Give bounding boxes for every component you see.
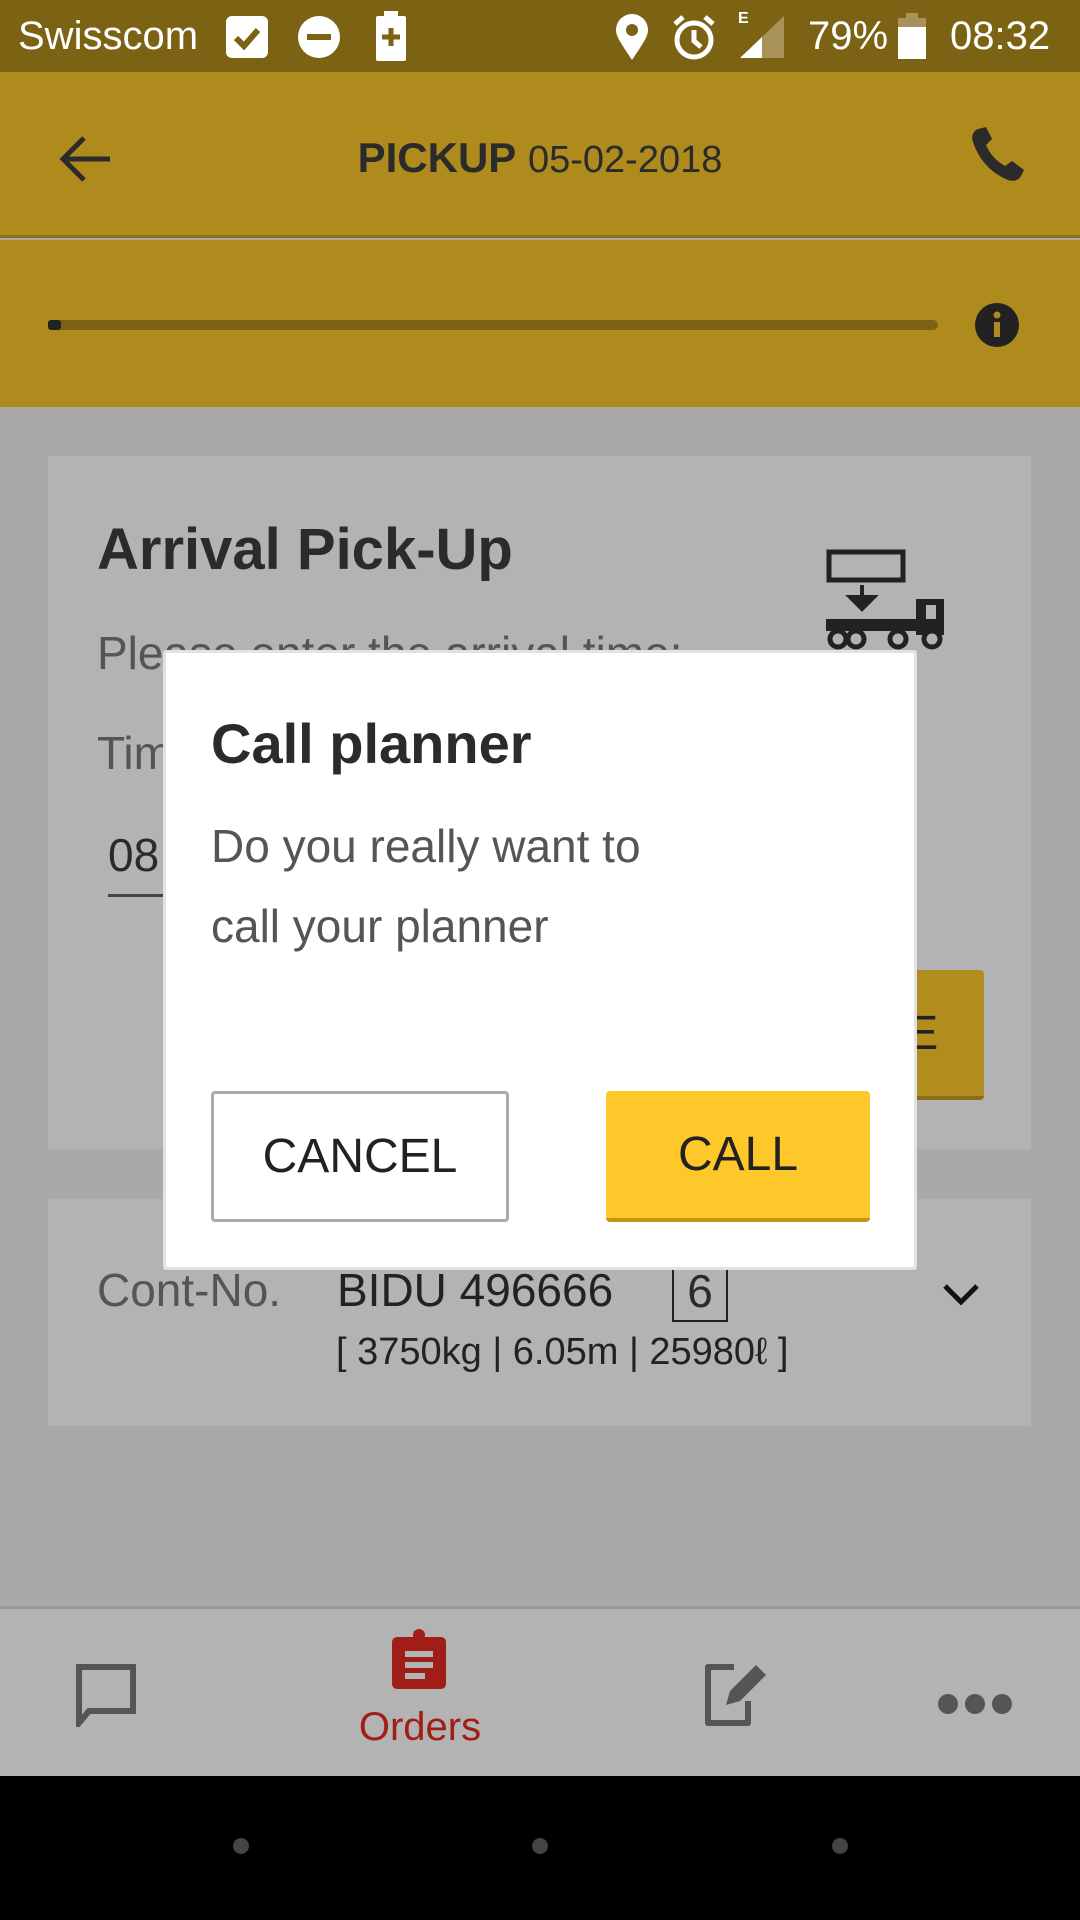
call-button[interactable]: CALL: [606, 1091, 870, 1222]
system-home-button[interactable]: [532, 1838, 548, 1854]
title-type: PICKUP: [357, 134, 517, 181]
status-bar: Swisscom E 79% 08:32: [0, 0, 1080, 72]
card-title: Arrival Pick-Up: [97, 517, 513, 582]
phone-icon[interactable]: [966, 126, 1026, 186]
chat-icon[interactable]: [75, 1663, 137, 1727]
container-label: Cont-No.: [97, 1264, 282, 1316]
call-planner-dialog: Call planner Do you really want to call …: [163, 650, 917, 1270]
checkbox-notification-icon: [226, 16, 268, 58]
bottom-navigation: Orders: [0, 1606, 1080, 1776]
container-number: BIDU 496666: [337, 1264, 614, 1316]
info-icon[interactable]: [975, 303, 1019, 347]
nav-orders[interactable]: Orders: [340, 1629, 500, 1769]
clock: 08:32: [950, 14, 1051, 58]
location-icon: [616, 14, 648, 60]
progress-track: [48, 320, 938, 330]
more-options-icon[interactable]: [937, 1693, 1013, 1715]
app-bar: PICKUP 05-02-2018: [0, 72, 1080, 238]
clipboard-icon: [392, 1629, 446, 1689]
carrier-name: Swisscom: [18, 14, 199, 58]
page-title: PICKUP 05-02-2018: [0, 134, 1080, 182]
dialog-title: Call planner: [211, 712, 532, 775]
progress-section: [0, 240, 1080, 407]
system-recents-button[interactable]: [832, 1838, 848, 1854]
battery-icon: [898, 13, 926, 59]
alarm-icon: [673, 15, 715, 60]
title-date: 05-02-2018: [527, 139, 723, 181]
battery-percent: 79%: [808, 14, 889, 58]
cancel-button[interactable]: CANCEL: [211, 1091, 509, 1222]
progress-fill: [48, 320, 62, 330]
do-not-disturb-icon: [298, 16, 340, 58]
battery-saver-icon: [376, 11, 406, 61]
chevron-down-icon[interactable]: [942, 1283, 980, 1307]
truck-pickup-icon: [826, 549, 944, 650]
signal-icon: [740, 16, 784, 58]
nav-orders-label: Orders: [358, 1705, 482, 1749]
dialog-message-line2: call your planner: [211, 900, 549, 952]
system-back-button[interactable]: [233, 1838, 249, 1854]
check-digit: 6: [672, 1264, 728, 1322]
dialog-message-line1: Do you really want to: [211, 820, 641, 872]
container-details: [ 3750kg | 6.05m | 25980ℓ ]: [336, 1331, 789, 1373]
edit-icon[interactable]: [702, 1661, 770, 1729]
